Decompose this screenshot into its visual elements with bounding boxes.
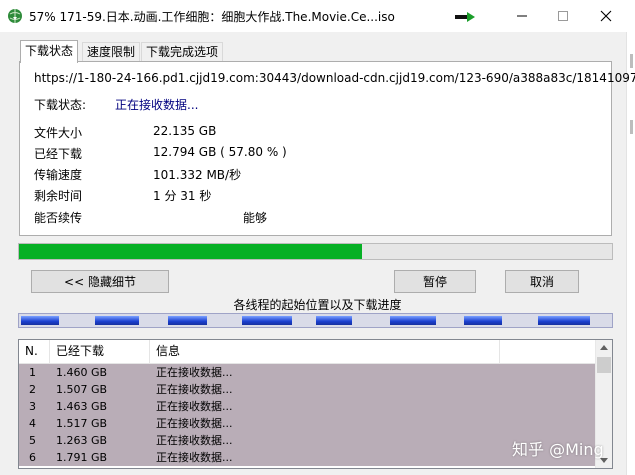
downloaded-label: 已经下载 xyxy=(34,147,83,161)
resume-label: 能否续传 xyxy=(34,211,83,225)
column-header-number[interactable]: N. xyxy=(19,340,50,363)
thread-number: 3 xyxy=(29,400,36,413)
column-header-downloaded[interactable]: 已经下载 xyxy=(50,340,150,363)
speed-value: 101.332 MB/秒 xyxy=(153,168,242,182)
minimize-icon xyxy=(517,15,527,17)
thread-segment xyxy=(168,316,207,325)
scroll-up-icon[interactable] xyxy=(600,345,608,350)
green-arrow-icon xyxy=(455,12,475,22)
table-row[interactable]: 3 1.463 GB 正在接收数据... xyxy=(19,398,596,415)
column-header-info[interactable]: 信息 xyxy=(150,340,500,363)
thread-downloaded: 1.517 GB xyxy=(56,417,108,430)
thread-segment xyxy=(464,316,502,325)
thread-segments-title: 各线程的起始位置以及下载进度 xyxy=(233,298,402,312)
table-row[interactable]: 2 1.507 GB 正在接收数据... xyxy=(19,381,596,398)
maximize-button[interactable] xyxy=(541,0,585,32)
tab-speed-limit[interactable]: 速度限制 xyxy=(82,42,141,62)
thread-segments-bar xyxy=(18,313,613,328)
thread-segment xyxy=(316,316,352,325)
thread-number: 1 xyxy=(29,366,36,379)
globe-download-icon xyxy=(8,9,22,23)
title-bar: 57% 171-59.日本.动画.工作细胞：细胞大作战.The.Movie.Ce… xyxy=(0,0,635,32)
background-window-edge xyxy=(626,32,635,475)
thread-segment xyxy=(242,316,292,325)
tab-download-status[interactable]: 下载状态 xyxy=(20,40,79,63)
resume-value: 能够 xyxy=(243,211,268,225)
thread-segment xyxy=(21,316,59,325)
table-row[interactable]: 6 1.791 GB 正在接收数据... xyxy=(19,449,596,466)
watermark: 知乎 @Ming xyxy=(512,440,604,459)
edge-mark xyxy=(630,54,633,68)
thread-number: 5 xyxy=(29,434,36,447)
minimize-button[interactable] xyxy=(500,0,544,32)
downloaded-value: 12.794 GB ( 57.80 % ) xyxy=(153,145,287,159)
window-title: 57% 171-59.日本.动画.工作细胞：细胞大作战.The.Movie.Ce… xyxy=(29,10,395,24)
file-size-label: 文件大小 xyxy=(34,126,83,140)
table-row[interactable]: 5 1.263 GB 正在接收数据... xyxy=(19,432,596,449)
thread-info: 正在接收数据... xyxy=(156,417,233,430)
speed-label: 传输速度 xyxy=(34,168,83,182)
thread-info: 正在接收数据... xyxy=(156,366,233,379)
table-row[interactable]: 4 1.517 GB 正在接收数据... xyxy=(19,415,596,432)
table-row[interactable]: 1 1.460 GB 正在接收数据... xyxy=(19,364,596,381)
thread-list-header: N. 已经下载 信息 xyxy=(19,340,596,364)
maximize-icon xyxy=(558,11,568,21)
pause-button[interactable]: 暂停 xyxy=(394,270,476,293)
download-progress-bar xyxy=(18,243,613,260)
status-value: 正在接收数据... xyxy=(115,98,199,112)
thread-downloaded: 1.791 GB xyxy=(56,451,108,464)
thread-info: 正在接收数据... xyxy=(156,451,233,464)
scroll-thumb[interactable] xyxy=(597,357,611,373)
status-label: 下载状态: xyxy=(34,98,87,112)
close-button[interactable] xyxy=(584,0,628,32)
thread-number: 4 xyxy=(29,417,36,430)
thread-downloaded: 1.263 GB xyxy=(56,434,108,447)
thread-number: 2 xyxy=(29,383,36,396)
thread-info: 正在接收数据... xyxy=(156,400,233,413)
thread-info: 正在接收数据... xyxy=(156,383,233,396)
tab-completion-options[interactable]: 下载完成选项 xyxy=(141,42,224,62)
thread-segment xyxy=(538,316,590,325)
file-size-value: 22.135 GB xyxy=(153,124,217,138)
thread-segment xyxy=(390,316,436,325)
download-url: https://1-180-24-166.pd1.cjjd19.com:3044… xyxy=(34,71,635,85)
close-icon xyxy=(600,10,612,22)
thread-info: 正在接收数据... xyxy=(156,434,233,447)
thread-downloaded: 1.463 GB xyxy=(56,400,108,413)
thread-downloaded: 1.460 GB xyxy=(56,366,108,379)
remaining-time-label: 剩余时间 xyxy=(34,189,83,203)
thread-number: 6 xyxy=(29,451,36,464)
edge-mark xyxy=(630,120,633,134)
hide-details-button[interactable]: << 隐藏细节 xyxy=(31,270,169,293)
cancel-button[interactable]: 取消 xyxy=(505,270,579,293)
status-panel: https://1-180-24-166.pd1.cjjd19.com:3044… xyxy=(19,61,635,236)
thread-segment xyxy=(95,316,139,325)
thread-downloaded: 1.507 GB xyxy=(56,383,108,396)
progress-fill xyxy=(19,244,362,259)
remaining-time-value: 1 分 31 秒 xyxy=(153,189,212,203)
